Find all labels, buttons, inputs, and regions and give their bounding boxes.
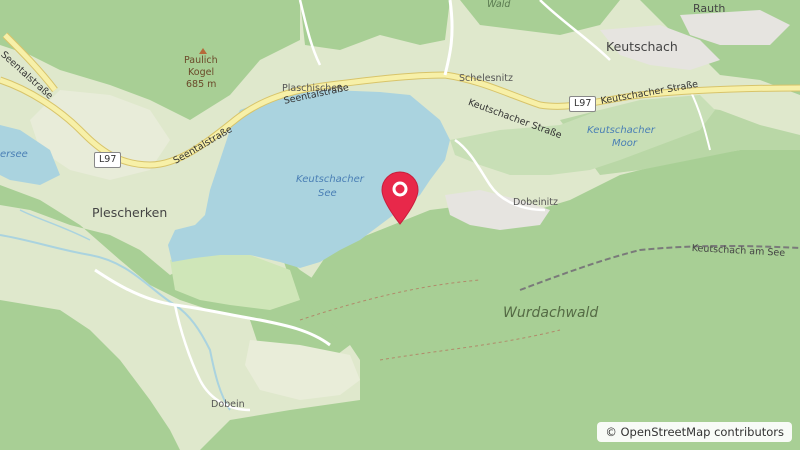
- peak-icon: [199, 48, 207, 54]
- route-shield-l97-west: L97: [94, 152, 122, 168]
- paulich-peak-elevation: 685 m: [186, 79, 217, 90]
- route-shield-l97-east: L97: [569, 96, 597, 112]
- paulich-peak-name-line1: Paulich: [184, 55, 218, 66]
- map-view[interactable]: Wald Rauth Keutschach Paulich Kogel 685 …: [0, 0, 800, 450]
- dobeinitz-label: Dobeinitz: [513, 197, 559, 208]
- wald-label: Wald: [487, 0, 511, 10]
- keutschacher-moor-label-line1: Keutschacher: [587, 125, 655, 136]
- keutschach-label: Keutschach: [606, 39, 678, 54]
- lake-label-line1: Keutschacher: [296, 174, 364, 185]
- wurdachwald-label: Wurdachwald: [503, 305, 599, 321]
- plescherken-label: Plescherken: [92, 205, 168, 220]
- schelesnitz-label: Schelesnitz: [459, 73, 513, 84]
- rauth-label: Rauth: [693, 2, 726, 15]
- dobein-label: Dobein: [211, 399, 245, 410]
- location-pin-icon[interactable]: [379, 170, 421, 226]
- paulich-peak-name-line2: Kogel: [188, 67, 215, 78]
- map-attribution[interactable]: © OpenStreetMap contributors: [597, 422, 792, 442]
- lake-label-line2: See: [318, 188, 337, 199]
- keutschacher-moor-label-line2: Moor: [612, 138, 637, 149]
- attribution-text[interactable]: © OpenStreetMap contributors: [605, 425, 784, 439]
- nersee-label: ersee: [0, 149, 28, 160]
